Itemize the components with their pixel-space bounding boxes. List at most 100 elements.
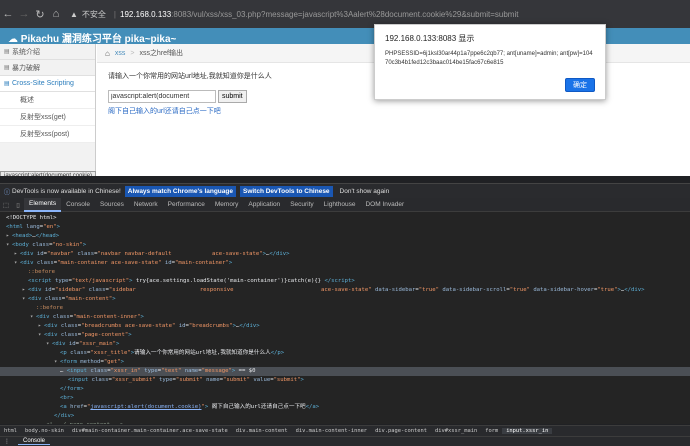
- crumb-html[interactable]: html: [0, 428, 21, 434]
- dialog-title: 192.168.0.133:8083 显示: [385, 34, 475, 43]
- always-match-language-button[interactable]: Always match Chrome's language: [124, 185, 236, 197]
- result-link[interactable]: 阁下自己输入的url还请自己点一下吧: [108, 106, 272, 116]
- sidebar-item-label: 暴力破解: [12, 64, 40, 72]
- list-icon: ▤: [4, 49, 10, 55]
- dom-node[interactable]: <br>: [0, 394, 690, 403]
- inspect-element-icon[interactable]: ⬚: [0, 201, 12, 209]
- dom-node[interactable]: ▾ <div class="main-container ace-save-sta…: [0, 259, 690, 268]
- link-url-tooltip: javascript:alert(document.cookie): [0, 171, 97, 176]
- dom-node[interactable]: ▸ <head>…</head>: [0, 232, 690, 241]
- sidebar-sub-reflected-post[interactable]: 反射型xss(post): [0, 126, 95, 143]
- dom-node-selected[interactable]: … <input class="xssr_in" type="text" nam…: [0, 367, 690, 376]
- dom-href-value[interactable]: javascript:alert(document.cookie): [90, 404, 201, 410]
- breadcrumb-xss-link[interactable]: xss: [115, 50, 126, 57]
- xss-title: 请输入一个你常用的网站url地址,我就知道你是什么人: [108, 73, 272, 80]
- dom-node[interactable]: <p class="xssr_title">请输入一个你常用的网站url地址,我…: [0, 349, 690, 358]
- list-icon: ▤: [4, 81, 10, 87]
- breadcrumb-current: xss之href输出: [139, 50, 183, 57]
- sidebar-sub-overview[interactable]: 概述: [0, 92, 95, 109]
- dom-node[interactable]: ▾ <div class="page-content">: [0, 331, 690, 340]
- crumb-page-content[interactable]: div.page-content: [371, 428, 431, 434]
- dom-node[interactable]: ::before: [0, 304, 690, 313]
- dom-node[interactable]: ▸ <div id="navbar" class="navbar navbar-d…: [0, 250, 690, 259]
- forward-arrow-icon[interactable]: →: [16, 8, 32, 20]
- elements-tree[interactable]: <!DOCTYPE html> <html lang="en"> ▸ <head>…: [0, 212, 690, 424]
- dom-node[interactable]: ▸ <div class="breadcrumbs ace-save-state"…: [0, 322, 690, 331]
- sidebar-sub-label: 概述: [20, 97, 34, 104]
- dom-node[interactable]: <!DOCTYPE html>: [0, 214, 690, 223]
- crumb-form[interactable]: form: [481, 428, 502, 434]
- crumb-main-container[interactable]: div#main-container.main-container.ace-sa…: [68, 428, 232, 434]
- sidebar-item-xss[interactable]: ▤ Cross-Site Scripting: [0, 76, 95, 92]
- info-icon: ⓘ: [3, 189, 11, 196]
- xss-form: submit: [108, 90, 272, 103]
- dom-node[interactable]: ▾ <div id="xssr_main">: [0, 340, 690, 349]
- reload-icon[interactable]: ↻: [32, 8, 48, 21]
- devtools-breadcrumbs: html body.no-skin div#main-container.mai…: [0, 425, 690, 436]
- submit-button[interactable]: submit: [218, 90, 247, 103]
- drawer-tab-console[interactable]: Console: [18, 438, 51, 445]
- dom-node[interactable]: ::before: [0, 268, 690, 277]
- tab-application[interactable]: Application: [243, 198, 285, 212]
- dom-node[interactable]: </div>: [0, 412, 690, 421]
- dom-node[interactable]: ▸ <div id="sidebar" class="sidebar respon…: [0, 286, 690, 295]
- security-label: 不安全: [81, 9, 106, 19]
- sidebar-sub-reflected-get[interactable]: 反射型xss(get): [0, 109, 95, 126]
- dom-link-text: 阁下自己输入的url还请自己点一下吧: [211, 404, 306, 410]
- dom-title-text: 请输入一个你常用的网站url地址,我就知道你是什么人: [134, 350, 271, 356]
- tab-sources[interactable]: Sources: [95, 198, 129, 212]
- drawer-menu-icon[interactable]: ⋮: [4, 438, 10, 445]
- devtools-drawer: ⋮ Console: [0, 436, 690, 446]
- warning-triangle-icon: ▲: [70, 9, 78, 19]
- tab-console[interactable]: Console: [61, 198, 95, 212]
- dom-node[interactable]: ▾ <body class="no-skin">: [0, 241, 690, 250]
- tab-security[interactable]: Security: [285, 198, 318, 212]
- address-divider: |: [113, 9, 116, 19]
- crumb-body[interactable]: body.no-skin: [21, 428, 68, 434]
- xss-main: 请输入一个你常用的网站url地址,我就知道你是什么人 submit 阁下自己输入…: [108, 71, 272, 116]
- crumb-main-content-inner[interactable]: div.main-content-inner: [292, 428, 371, 434]
- sidebar: ▤ 系统介绍 ▤ 暴力破解 ▤ Cross-Site Scripting 概述 …: [0, 44, 96, 176]
- devtools-tab-strip: ⬚ ▯ Elements Console Sources Network Per…: [0, 197, 690, 212]
- tab-elements[interactable]: Elements: [24, 197, 62, 212]
- dom-node[interactable]: <input class="xssr_submit" type="submit"…: [0, 376, 690, 385]
- url-path: :8083/vul/xss/xss_03.php?message=javascr…: [171, 9, 519, 19]
- dom-node[interactable]: <!-- /.page-content -->: [0, 421, 690, 424]
- sidebar-sub-label: 反射型xss(post): [20, 131, 70, 138]
- tab-performance[interactable]: Performance: [163, 198, 210, 212]
- dom-node[interactable]: </form>: [0, 385, 690, 394]
- tab-dom-invader[interactable]: DOM Invader: [360, 198, 409, 212]
- tab-lighthouse[interactable]: Lighthouse: [319, 198, 361, 212]
- sidebar-item-bruteforce[interactable]: ▤ 暴力破解: [0, 60, 95, 76]
- home-icon[interactable]: ⌂: [48, 8, 64, 20]
- crumb-xssr-main[interactable]: div#xssr_main: [431, 428, 481, 434]
- device-toolbar-icon[interactable]: ▯: [12, 201, 24, 209]
- dom-node[interactable]: <script type="text/javascript"> try{ace.…: [0, 277, 690, 286]
- devtools-infobar: ⓘ DevTools is now available in Chinese! …: [0, 183, 690, 198]
- dom-node[interactable]: <html lang="en">: [0, 223, 690, 232]
- crumb-main-content[interactable]: div.main-content: [232, 428, 292, 434]
- sidebar-item-label: 系统介绍: [12, 48, 40, 56]
- switch-to-chinese-button[interactable]: Switch DevTools to Chinese: [239, 185, 333, 197]
- brand-title[interactable]: ☁ Pikachu 漏洞练习平台 pika~pika~: [8, 30, 176, 45]
- home-icon: ⌂: [105, 48, 110, 58]
- sidebar-sub-label: 反射型xss(get): [20, 114, 66, 121]
- dialog-ok-button[interactable]: 确定: [565, 78, 595, 92]
- dialog-message: PHPSESSID=6j1ksl30ar44p1a7ppe6c2qb77; an…: [385, 51, 593, 66]
- dom-node[interactable]: ▾ <form method="get">: [0, 358, 690, 367]
- sidebar-item-intro[interactable]: ▤ 系统介绍: [0, 44, 95, 60]
- dom-node[interactable]: ▾ <div class="main-content-inner">: [0, 313, 690, 322]
- message-input[interactable]: [108, 90, 216, 103]
- url-host: 192.168.0.133: [120, 9, 172, 19]
- address-bar[interactable]: ▲ 不安全 | 192.168.0.133 :8083/vul/xss/xss_…: [70, 9, 518, 20]
- dont-show-again-button[interactable]: Don't show again: [337, 186, 393, 197]
- tab-memory[interactable]: Memory: [210, 198, 243, 212]
- dom-node[interactable]: <a href="javascript:alert(document.cooki…: [0, 403, 690, 412]
- dom-node[interactable]: ▾ <div class="main-content">: [0, 295, 690, 304]
- list-icon: ▤: [4, 65, 10, 71]
- alert-dialog: 192.168.0.133:8083 显示 PHPSESSID=6j1ksl30…: [374, 24, 606, 100]
- breadcrumb-separator: >: [130, 49, 135, 57]
- back-arrow-icon[interactable]: ←: [0, 8, 16, 20]
- tab-network[interactable]: Network: [129, 198, 163, 212]
- crumb-input[interactable]: input.xssr_in: [502, 428, 553, 434]
